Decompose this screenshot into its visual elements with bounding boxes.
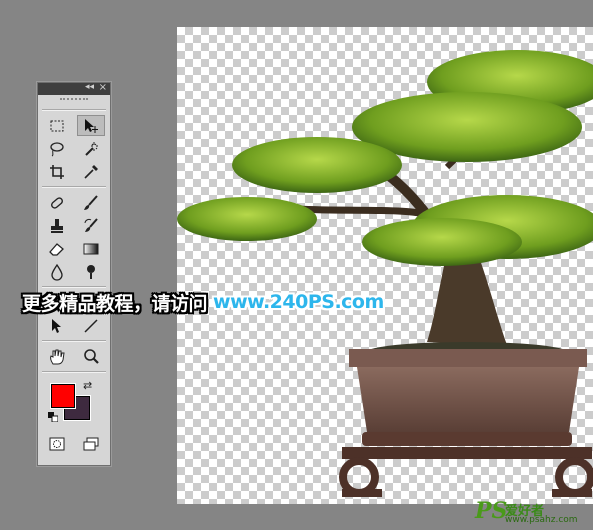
eyedropper-icon[interactable] bbox=[77, 161, 105, 182]
tool-row bbox=[38, 432, 110, 455]
tool-row bbox=[38, 114, 110, 137]
rect-marquee-icon[interactable] bbox=[43, 115, 71, 136]
eraser-icon[interactable] bbox=[43, 238, 71, 259]
panel-grip[interactable] bbox=[60, 98, 88, 106]
watermark-logo: PS 爱好者 www.psahz.com bbox=[475, 498, 585, 528]
zoom-icon[interactable] bbox=[77, 346, 105, 367]
line-tool-icon[interactable] bbox=[77, 315, 105, 336]
color-swatches: ⇄ bbox=[38, 376, 110, 432]
collapse-icon[interactable]: ◂◂ bbox=[85, 82, 94, 92]
tool-row bbox=[38, 260, 110, 283]
promo-banner: 更多精品教程，请访问 www.240PS.com bbox=[22, 286, 384, 318]
hand-icon[interactable] bbox=[43, 346, 71, 367]
close-icon[interactable]: × bbox=[99, 82, 107, 93]
tool-row bbox=[38, 214, 110, 237]
watermark-ps: PS bbox=[475, 498, 508, 524]
move-tool-icon[interactable] bbox=[77, 115, 105, 136]
gradient-icon[interactable] bbox=[77, 238, 105, 259]
foreground-color-swatch[interactable] bbox=[50, 383, 76, 409]
brush-icon[interactable] bbox=[77, 192, 105, 213]
blur-icon[interactable] bbox=[43, 261, 71, 282]
lasso-icon[interactable] bbox=[43, 138, 71, 159]
history-brush-icon[interactable] bbox=[77, 215, 105, 236]
screen-mode-icon[interactable] bbox=[77, 433, 105, 454]
tool-row bbox=[38, 237, 110, 260]
banner-url: www.240PS.com bbox=[213, 291, 384, 313]
divider bbox=[42, 109, 106, 111]
bonsai-image bbox=[177, 50, 593, 497]
watermark-url: www.psahz.com bbox=[505, 515, 578, 525]
default-colors-icon[interactable] bbox=[48, 412, 58, 422]
quick-mask-icon[interactable] bbox=[43, 433, 71, 454]
crop-icon[interactable] bbox=[43, 161, 71, 182]
healing-brush-icon[interactable] bbox=[43, 192, 71, 213]
document-canvas[interactable] bbox=[177, 27, 593, 504]
tool-row bbox=[38, 160, 110, 183]
divider bbox=[42, 340, 106, 342]
tool-row bbox=[38, 137, 110, 160]
panel-header: ◂◂ × bbox=[38, 82, 110, 95]
tool-row bbox=[38, 345, 110, 368]
divider bbox=[42, 371, 106, 373]
tool-row bbox=[38, 191, 110, 214]
divider bbox=[42, 186, 106, 188]
magic-wand-icon[interactable] bbox=[77, 138, 105, 159]
dodge-icon[interactable] bbox=[77, 261, 105, 282]
clone-stamp-icon[interactable] bbox=[43, 215, 71, 236]
banner-text: 更多精品教程，请访问 bbox=[22, 292, 208, 315]
tools-panel: ◂◂ × ⇄ bbox=[37, 82, 111, 466]
swap-colors-icon[interactable]: ⇄ bbox=[83, 379, 92, 392]
path-select-icon[interactable] bbox=[43, 315, 71, 336]
